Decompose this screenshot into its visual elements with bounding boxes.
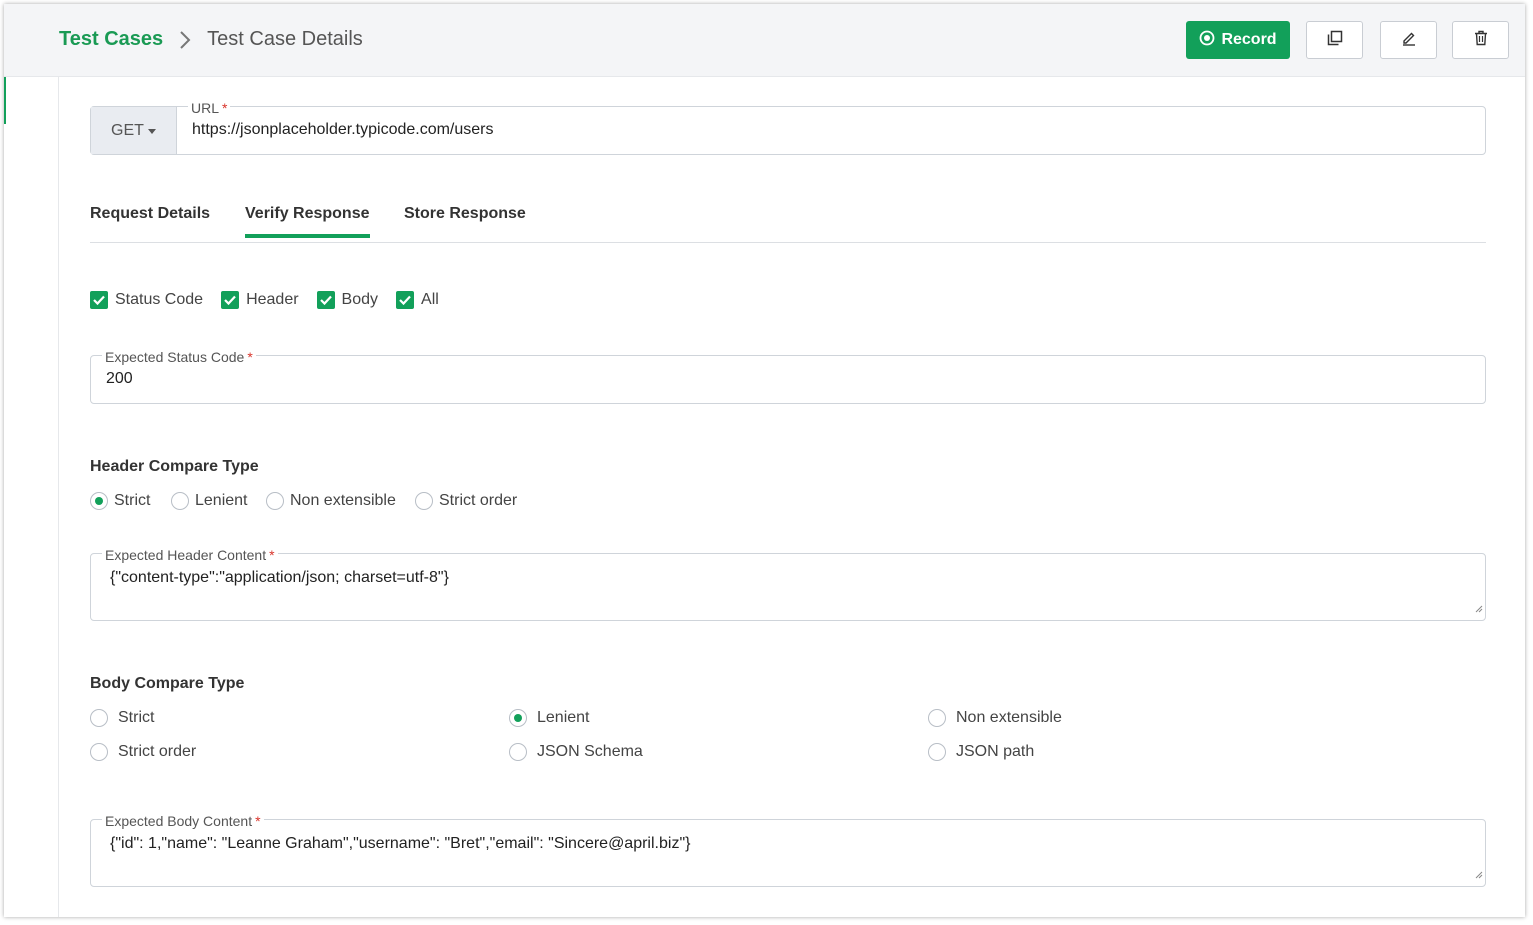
checkbox-label: Status Code	[115, 291, 204, 308]
breadcrumb-test-cases-link[interactable]: Test Cases	[59, 28, 163, 51]
required-marker: *	[255, 813, 261, 829]
edit-button[interactable]	[1380, 21, 1437, 59]
main-content: GET https://jsonplaceholder.typicode.com…	[59, 77, 1525, 917]
body-radio-strict[interactable]: Strict	[90, 709, 154, 727]
body-radio-lenient[interactable]: Lenient	[509, 709, 590, 727]
header-content-value: {"content-type":"application/json; chars…	[110, 569, 449, 586]
header-compare-title: Header Compare Type	[90, 458, 259, 475]
left-sidebar	[4, 77, 59, 917]
status-code-checkbox[interactable]: Status Code	[90, 291, 203, 309]
page-header: Test Cases Test Case Details Record	[4, 4, 1525, 77]
expected-body-content-textarea[interactable]: {"id": 1,"name": "Leanne Graham","userna…	[90, 819, 1486, 887]
radio-circle	[90, 743, 108, 761]
resize-handle-icon[interactable]	[1473, 866, 1483, 884]
radio-label: Non extensible	[290, 492, 396, 509]
body-radio-non-extensible[interactable]: Non extensible	[928, 709, 1062, 727]
expected-status-code-label: Expected Status Code *	[102, 349, 256, 365]
checkmark-icon	[396, 291, 415, 309]
checkbox-label: All	[421, 291, 439, 308]
expected-body-content-label: Expected Body Content *	[102, 813, 264, 829]
checkmark-icon	[90, 291, 108, 309]
radio-label: Lenient	[195, 492, 248, 509]
radio-label: Strict order	[118, 743, 197, 760]
verify-checkbox-group: Status Code Header Body All	[90, 291, 457, 309]
label-text: Expected Header Content	[105, 547, 267, 563]
record-button-label: Record	[1221, 31, 1277, 48]
checkmark-icon	[221, 291, 240, 309]
url-input[interactable]: https://jsonplaceholder.typicode.com/use…	[192, 121, 494, 139]
sidebar-active-indicator	[4, 77, 6, 124]
breadcrumb-current: Test Case Details	[207, 28, 363, 50]
body-compare-title: Body Compare Type	[90, 675, 245, 692]
tab-request-details[interactable]: Request Details	[90, 205, 210, 234]
label-text: Expected Status Code	[105, 349, 245, 365]
radio-circle	[90, 709, 108, 727]
all-checkbox[interactable]: All	[396, 291, 439, 309]
expected-header-content-label: Expected Header Content *	[102, 547, 278, 563]
radio-label: JSON path	[956, 743, 1035, 760]
header-checkbox[interactable]: Header	[221, 291, 299, 309]
radio-label: Strict order	[439, 492, 518, 509]
url-label-text: URL	[191, 100, 220, 116]
resize-handle-icon[interactable]	[1473, 600, 1483, 618]
radio-circle	[509, 709, 527, 727]
copy-icon	[1327, 30, 1343, 51]
radio-label: Lenient	[537, 709, 590, 726]
record-button[interactable]: Record	[1186, 21, 1290, 59]
radio-label: Strict	[118, 709, 155, 726]
radio-label: Non extensible	[956, 709, 1062, 726]
breadcrumb: Test Cases Test Case Details	[59, 28, 363, 51]
tab-verify-response[interactable]: Verify Response	[245, 205, 370, 238]
radio-circle	[928, 743, 946, 761]
required-marker: *	[222, 100, 228, 116]
body-radio-json-schema[interactable]: JSON Schema	[509, 743, 643, 761]
radio-dot	[95, 497, 103, 505]
delete-button[interactable]	[1452, 21, 1509, 59]
copy-button[interactable]	[1306, 21, 1363, 59]
status-code-value: 200	[106, 370, 133, 387]
checkbox-label: Header	[246, 291, 299, 308]
body-radio-json-path[interactable]: JSON path	[928, 743, 1034, 761]
required-marker: *	[269, 547, 275, 563]
radio-circle	[509, 743, 527, 761]
checkmark-icon	[316, 291, 335, 309]
caret-down-icon	[147, 128, 156, 134]
trash-icon	[1473, 30, 1489, 51]
header-radio-lenient[interactable]: Lenient	[171, 492, 248, 510]
required-marker: *	[247, 349, 253, 365]
radio-circle	[266, 492, 284, 510]
radio-circle	[928, 709, 946, 727]
radio-label: Strict	[114, 492, 151, 509]
record-circle-icon	[1199, 30, 1215, 51]
url-label: URL *	[188, 100, 231, 116]
header-radio-strict-order[interactable]: Strict order	[415, 492, 517, 510]
chevron-right-icon	[179, 30, 191, 50]
method-value: GET	[111, 121, 144, 139]
pencil-icon	[1401, 30, 1417, 51]
expected-header-content-textarea[interactable]: {"content-type":"application/json; chars…	[90, 553, 1486, 621]
header-radio-strict[interactable]: Strict	[90, 492, 150, 510]
tab-store-response[interactable]: Store Response	[404, 205, 526, 234]
expected-status-code-field[interactable]: 200	[90, 355, 1486, 404]
response-tabs: Request Details Verify Response Store Re…	[90, 205, 1486, 243]
radio-circle	[171, 492, 189, 510]
body-radio-strict-order[interactable]: Strict order	[90, 743, 196, 761]
body-checkbox[interactable]: Body	[316, 291, 379, 309]
checkbox-label: Body	[341, 291, 379, 308]
method-dropdown[interactable]: GET	[91, 107, 177, 154]
radio-circle	[90, 492, 108, 510]
radio-dot	[514, 714, 522, 722]
body-content-value: {"id": 1,"name": "Leanne Graham","userna…	[110, 835, 691, 852]
url-field: GET https://jsonplaceholder.typicode.com…	[90, 106, 1486, 155]
label-text: Expected Body Content	[105, 813, 253, 829]
app-window: Test Cases Test Case Details Record GET …	[4, 4, 1525, 917]
radio-label: JSON Schema	[537, 743, 643, 760]
radio-circle	[415, 492, 433, 510]
header-radio-non-extensible[interactable]: Non extensible	[266, 492, 396, 510]
